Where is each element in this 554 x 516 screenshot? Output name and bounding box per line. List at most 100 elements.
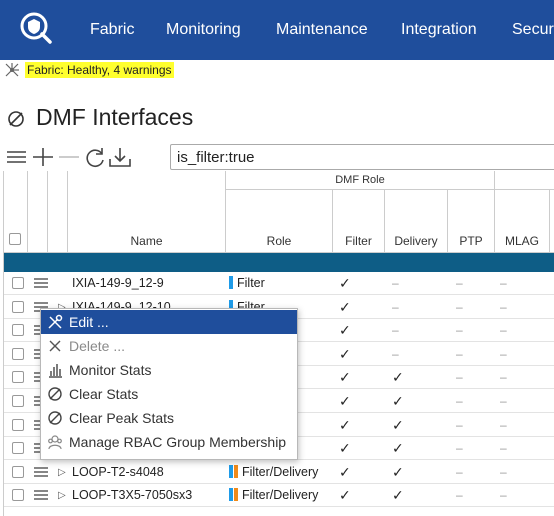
- column-header-role[interactable]: Role: [226, 190, 333, 253]
- menu-item-clear-stats[interactable]: Clear Stats: [41, 382, 297, 406]
- cell-delivery: –: [392, 346, 399, 361]
- menu-item-delete[interactable]: Delete ...: [41, 334, 297, 358]
- cell-ptp: –: [456, 323, 463, 338]
- nav-maintenance[interactable]: Maintenance: [276, 21, 368, 39]
- cell-delivery: ✓: [392, 416, 404, 433]
- cell-filter: ✓: [339, 440, 351, 457]
- row-checkbox[interactable]: [12, 300, 24, 313]
- column-header-ptp[interactable]: PTP: [448, 190, 495, 253]
- filter-input[interactable]: [177, 149, 547, 166]
- network-icon: [5, 63, 19, 77]
- cell-mlag: –: [500, 441, 507, 456]
- list-icon[interactable]: [6, 146, 30, 168]
- cell-filter: ✓: [339, 322, 351, 339]
- header-blank: [68, 171, 226, 190]
- role-delivery-bar: [234, 464, 238, 478]
- row-checkbox[interactable]: [12, 489, 24, 502]
- download-icon[interactable]: [108, 146, 132, 168]
- row-checkbox[interactable]: [12, 418, 24, 431]
- cell-ptp: –: [456, 276, 463, 290]
- users-icon: [48, 435, 62, 450]
- cell-mlag: –: [500, 417, 507, 432]
- nav-fabric[interactable]: Fabric: [90, 21, 134, 39]
- cell-mlag: –: [500, 299, 507, 314]
- group-band: [4, 253, 554, 272]
- bar-chart-icon: [49, 364, 62, 378]
- table-row[interactable]: ▷ LOOP-T3X5-7050sx3 Filter/Delivery ✓ ✓ – –: [4, 484, 554, 508]
- cell-ptp: –: [456, 299, 463, 314]
- cell-name[interactable]: LOOP-T3X5-7050sx3: [72, 484, 192, 507]
- cell-filter: ✓: [339, 416, 351, 433]
- nav-monitoring[interactable]: Monitoring: [166, 21, 241, 39]
- cell-ptp: –: [456, 441, 463, 456]
- cell-filter: ✓: [339, 298, 351, 315]
- cell-mlag: –: [500, 464, 507, 479]
- menu-item-edit[interactable]: Edit ...: [41, 310, 297, 334]
- column-header-filter[interactable]: Filter: [333, 190, 385, 253]
- column-header-name[interactable]: Name: [68, 190, 226, 253]
- row-checkbox[interactable]: [12, 395, 24, 407]
- cell-mlag: –: [500, 394, 507, 408]
- column-header-mlag[interactable]: MLAG: [495, 190, 550, 253]
- fabric-status-text[interactable]: Fabric: Healthy, 4 warnings: [25, 62, 174, 78]
- row-checkbox[interactable]: [12, 465, 24, 478]
- table-row[interactable]: ▷ LOOP-T2-s4048 Filter/Delivery ✓ ✓ – –: [4, 461, 554, 484]
- row-checkbox[interactable]: [12, 277, 24, 289]
- page-header: DMF Interfaces: [6, 104, 193, 131]
- header-expand-col: [48, 190, 68, 253]
- cell-ptp: –: [456, 394, 463, 408]
- cell-mlag: –: [500, 323, 507, 338]
- null-circle-icon: [48, 387, 62, 401]
- menu-item-monitor-stats[interactable]: Monitor Stats: [41, 358, 297, 382]
- cell-name[interactable]: LOOP-T2-s4048: [72, 461, 164, 484]
- cell-mlag: –: [500, 346, 507, 361]
- page-title: DMF Interfaces: [36, 104, 194, 130]
- logo-icon[interactable]: [18, 10, 54, 46]
- role-filter-bar: [229, 488, 233, 502]
- role-label: Filter: [237, 276, 265, 290]
- cell-name[interactable]: IXIA-149-9_12-9: [72, 272, 164, 295]
- cell-delivery: ✓: [392, 487, 404, 504]
- select-all-checkbox[interactable]: [9, 233, 21, 245]
- menu-item-manage-rbac[interactable]: Manage RBAC Group Membership: [41, 430, 297, 454]
- cell-filter: ✓: [339, 369, 351, 386]
- cell-delivery: –: [392, 323, 399, 338]
- row-menu-icon[interactable]: [34, 278, 48, 288]
- row-menu-icon[interactable]: [34, 490, 48, 501]
- cell-mlag: –: [500, 276, 507, 290]
- cell-ptp: –: [456, 417, 463, 432]
- cell-delivery: –: [392, 299, 399, 314]
- row-menu-icon[interactable]: [34, 467, 48, 477]
- filter-box: [170, 144, 554, 170]
- refresh-icon[interactable]: [83, 146, 107, 168]
- cell-ptp: –: [456, 488, 463, 503]
- null-circle-icon: [48, 411, 62, 425]
- null-circle-icon: [8, 110, 24, 127]
- dmf-role-group-header: DMF Role: [226, 171, 495, 190]
- nav-integration[interactable]: Integration: [401, 21, 477, 39]
- expand-icon[interactable]: ▷: [58, 484, 66, 507]
- header-menu-col: [28, 190, 48, 253]
- fabric-status: Fabric: Healthy, 4 warnings: [4, 62, 174, 78]
- cell-delivery: ✓: [392, 393, 404, 409]
- cell-filter: ✓: [339, 487, 351, 504]
- cell-filter: ✓: [339, 275, 351, 291]
- menu-item-clear-peak-stats[interactable]: Clear Peak Stats: [41, 406, 297, 430]
- add-icon[interactable]: [31, 146, 55, 168]
- row-checkbox[interactable]: [12, 371, 24, 384]
- column-header-delivery[interactable]: Delivery: [385, 190, 448, 253]
- nav-security[interactable]: Secur: [512, 21, 554, 39]
- row-checkbox[interactable]: [12, 347, 24, 360]
- remove-icon[interactable]: [57, 146, 81, 168]
- header-blank: [495, 171, 554, 190]
- row-checkbox[interactable]: [12, 324, 24, 337]
- cell-filter: ✓: [339, 345, 351, 362]
- close-icon: [49, 340, 61, 352]
- cell-ptp: –: [456, 370, 463, 385]
- cell-ptp: –: [456, 346, 463, 361]
- role-label: Filter/Delivery: [242, 488, 319, 503]
- table-row[interactable]: IXIA-149-9_12-9 Filter ✓ – – –: [4, 272, 554, 295]
- context-menu: Edit ... Delete ... Monitor Stats Clear …: [40, 308, 298, 460]
- expand-icon[interactable]: ▷: [58, 461, 66, 484]
- row-checkbox[interactable]: [12, 442, 24, 455]
